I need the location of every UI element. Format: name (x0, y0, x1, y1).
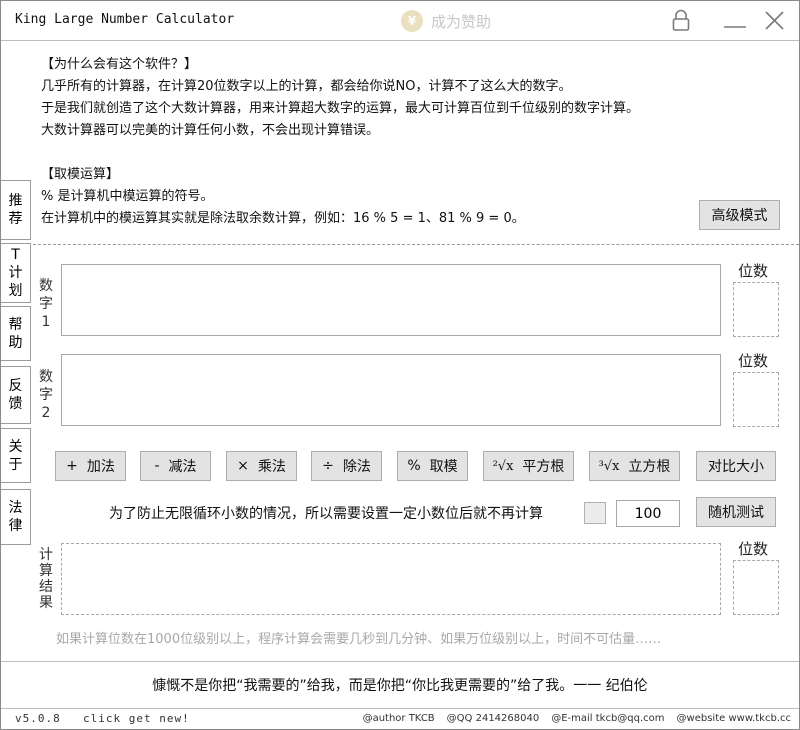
square-root-label: 平方根 (522, 459, 565, 475)
sidebar-tab-help[interactable]: 帮助 (1, 306, 31, 361)
sidebar-tab-recommend[interactable]: 推荐 (1, 180, 31, 240)
email-link[interactable]: @E-mail tkcb@qq.com (551, 713, 664, 724)
add-button[interactable]: + 加法 (55, 451, 126, 481)
why-heading: 【为什么会有这个软件？】 (41, 57, 198, 72)
minus-icon: - (154, 458, 160, 474)
cube-root-label: 立方根 (628, 459, 671, 475)
website-link[interactable]: @website www.tkcb.cc (677, 713, 791, 724)
number2-digits-display (733, 372, 779, 427)
close-button[interactable] (761, 7, 789, 35)
add-label: 加法 (86, 459, 115, 475)
result-output[interactable] (61, 543, 721, 615)
multiply-button[interactable]: × 乘法 (226, 451, 297, 481)
footer: v5.0.8 click get new! @author TKCB @QQ 2… (1, 708, 799, 729)
modulo-label: 取模 (429, 459, 458, 475)
credits: @author TKCB @QQ 2414268040 @E-mail tkcb… (363, 713, 791, 724)
advanced-mode-button[interactable]: 高级模式 (699, 200, 780, 230)
lock-icon[interactable] (667, 7, 695, 35)
number2-digits-label: 位数 (738, 352, 769, 370)
why-line: 于是我们就创造了这个大数计算器，用来计算超大数字的运算，最大可计算百位到千位级别… (41, 101, 640, 116)
subtract-button[interactable]: - 减法 (140, 451, 211, 481)
number1-digits-label: 位数 (738, 262, 769, 280)
minimize-button[interactable] (721, 7, 749, 35)
compare-button[interactable]: 对比大小 (696, 451, 776, 481)
sponsor-label: 成为赞助 (431, 12, 492, 31)
mod-heading: 【取模运算】 (41, 167, 120, 182)
random-test-button[interactable]: 随机测试 (696, 497, 776, 527)
mod-line: % 是计算机中模运算的符号。 (41, 189, 214, 204)
performance-warning: 如果计算位数在1000位级别以上，程序计算会需要几秒到几分钟、如果万位级别以上，… (56, 632, 662, 647)
divider (33, 244, 799, 245)
sidebar-tab-legal[interactable]: 法律 (1, 489, 31, 545)
sidebar-tab-feedback[interactable]: 反馈 (1, 366, 31, 424)
quote-text: 慷慨不是你把“我需要的”给我，而是你把“你比我更需要的”给了我。一一 纪伯伦 (152, 678, 648, 694)
qq-credit: @QQ 2414268040 (446, 713, 540, 724)
modulo-button[interactable]: % 取模 (397, 451, 468, 481)
precision-description: 为了防止无限循环小数的情况，所以需要设置一定小数位后就不再计算 (109, 506, 543, 522)
window-title: King Large Number Calculator (15, 12, 235, 27)
divide-button[interactable]: ÷ 除法 (311, 451, 382, 481)
result-digits-label: 位数 (738, 540, 769, 558)
result-label: 计算结果 (39, 547, 53, 611)
plus-icon: + (66, 458, 78, 474)
sidebar-tab-t-plan[interactable]: T计划 (1, 243, 31, 303)
why-line: 几乎所有的计算器，在计算20位数字以上的计算，都会给你说NO，计算不了这么大的数… (41, 79, 572, 94)
cube-root-button[interactable]: ³√x 立方根 (589, 451, 680, 481)
subtract-label: 减法 (168, 459, 197, 475)
intro-section: 【为什么会有这个软件？】 几乎所有的计算器，在计算20位数字以上的计算，都会给你… (41, 54, 781, 230)
divide-icon: ÷ (322, 458, 334, 474)
get-new-link[interactable]: click get new! (83, 712, 190, 725)
multiply-icon: × (237, 458, 249, 474)
multiply-label: 乘法 (257, 459, 286, 475)
divide-label: 除法 (342, 459, 371, 475)
sponsor-button[interactable]: ¥ 成为赞助 (401, 9, 491, 33)
number1-input[interactable] (61, 264, 721, 336)
number1-digits-display (733, 282, 779, 337)
number1-label: 数字1 (39, 278, 53, 330)
percent-icon: % (407, 458, 421, 474)
version-label: v5.0.8 (15, 712, 61, 725)
mod-line: 在计算机中的模运算其实就是除法取余数计算，例如：16 % 5 = 1、81 % … (41, 211, 525, 226)
precision-checkbox[interactable] (584, 502, 606, 524)
square-root-button[interactable]: ²√x 平方根 (483, 451, 574, 481)
number2-label: 数字2 (39, 369, 53, 421)
sidebar-tab-about[interactable]: 关于 (1, 428, 31, 483)
title-bar[interactable]: King Large Number Calculator ¥ 成为赞助 (1, 1, 799, 41)
why-line: 大数计算器可以完美的计算任何小数，不会出现计算错误。 (41, 123, 380, 138)
calculator-window: King Large Number Calculator ¥ 成为赞助 【为什么… (0, 0, 800, 730)
coin-icon: ¥ (401, 10, 423, 32)
quote-bar: 慷慨不是你把“我需要的”给我，而是你把“你比我更需要的”给了我。一一 纪伯伦 (1, 661, 799, 708)
cube-root-icon: ³√x (598, 458, 620, 474)
author-credit: @author TKCB (362, 713, 435, 724)
decimal-places-input[interactable] (616, 500, 680, 527)
number2-input[interactable] (61, 354, 721, 426)
square-root-icon: ²√x (492, 458, 514, 474)
result-digits-display (733, 560, 779, 615)
